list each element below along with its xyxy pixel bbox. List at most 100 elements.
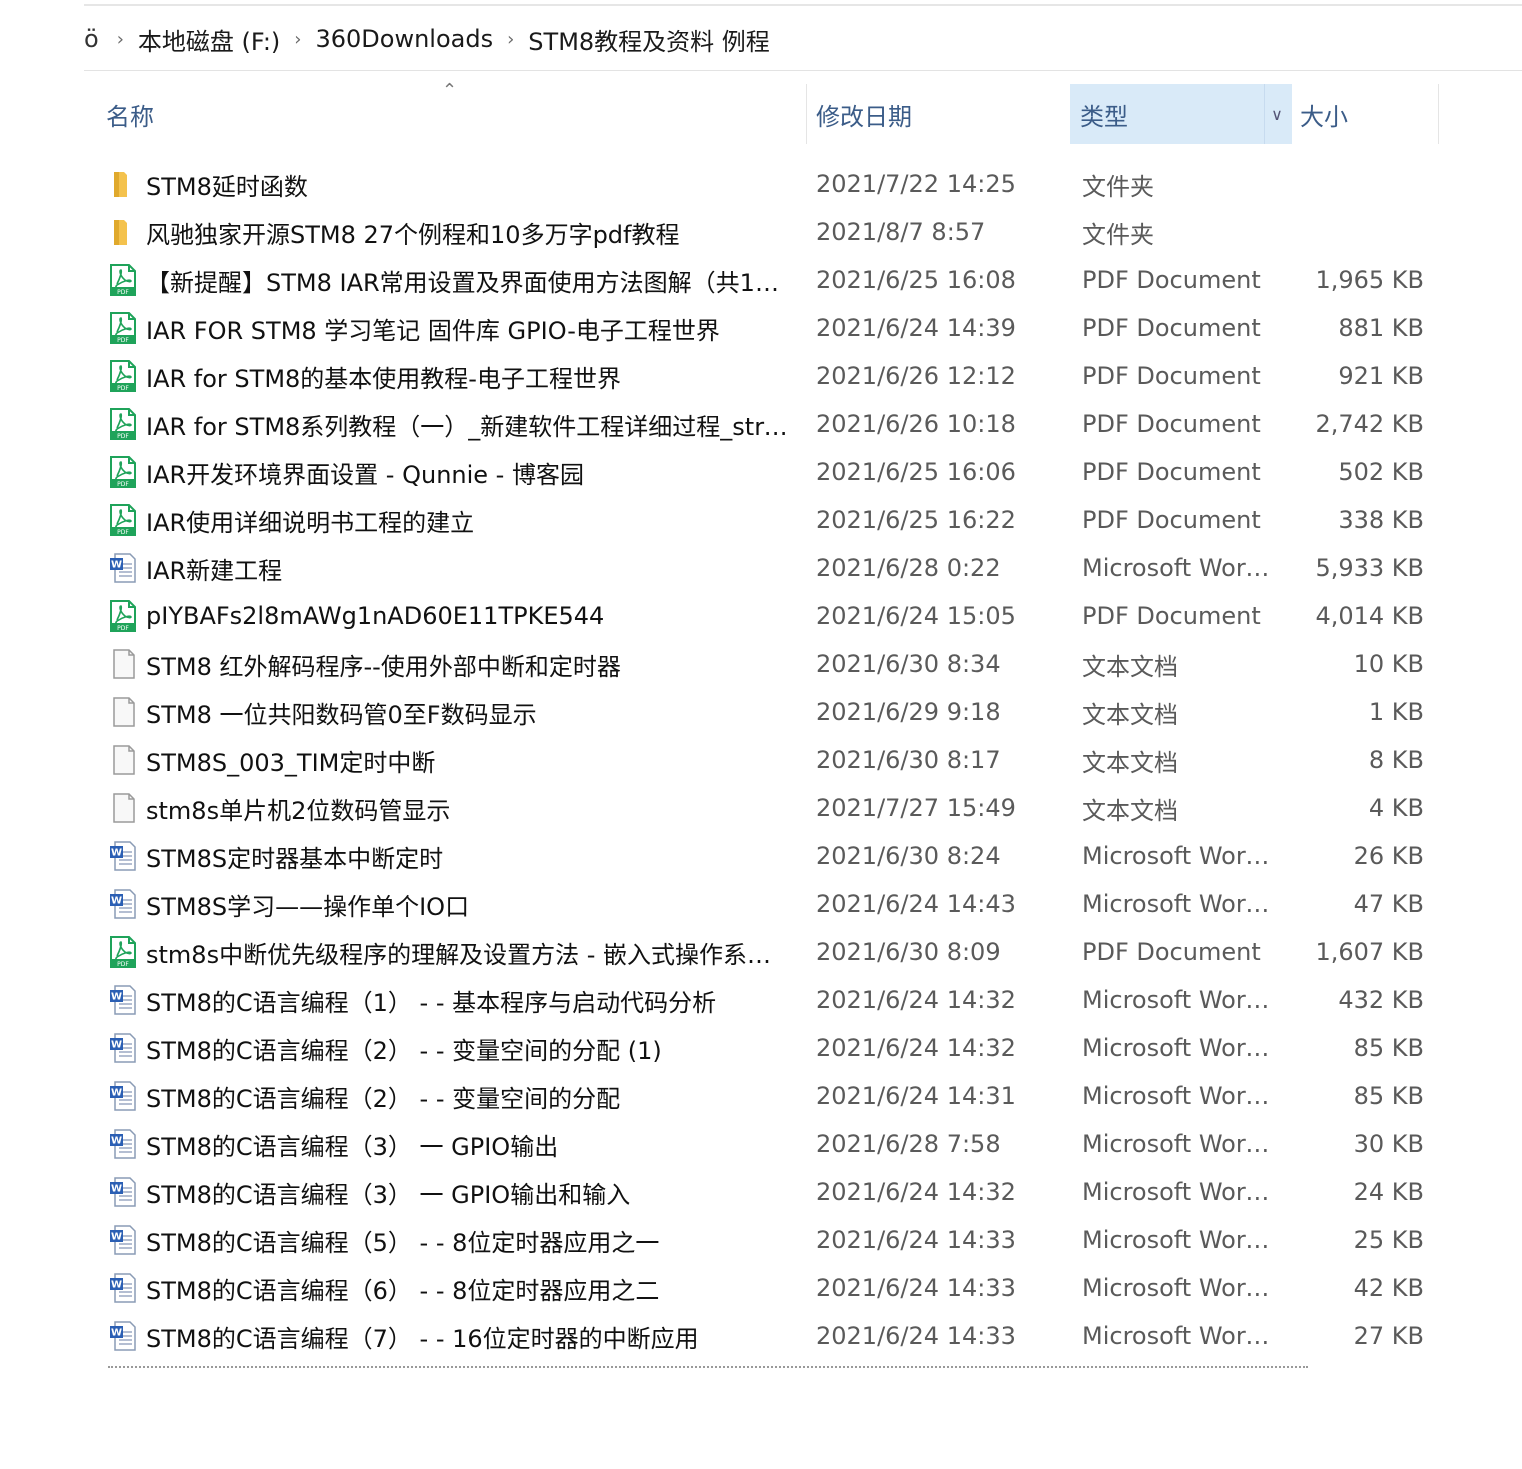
file-row[interactable]: W STM8的C语言编程（3） 一 GPIO输出和输入 2021/6/24 14… [84,1168,1444,1216]
pdf-icon: PDF [108,456,138,488]
file-size: 85 KB [1353,1034,1424,1062]
file-name: STM8S定时器基本中断定时 [146,844,444,873]
file-row[interactable]: W STM8的C语言编程（3） 一 GPIO输出 2021/6/28 7:58 … [84,1120,1444,1168]
file-date: 2021/6/29 9:18 [816,698,1001,726]
file-date: 2021/6/25 16:08 [816,266,1016,294]
file-row[interactable]: stm8s单片机2位数码管显示 2021/7/27 15:49 文本文档 4 K… [84,784,1444,832]
file-size: 24 KB [1353,1178,1424,1206]
file-size: 338 KB [1338,506,1424,534]
file-name: IAR FOR STM8 学习笔记 固件库 GPIO-电子工程世界 [146,316,720,345]
file-type: 文件夹 [1082,220,1154,249]
file-size: 1,965 KB [1315,266,1424,294]
file-row[interactable]: W STM8的C语言编程（2） - - 变量空间的分配 2021/6/24 14… [84,1072,1444,1120]
column-header-type[interactable]: 类型 [1080,84,1128,144]
file-size: 1,607 KB [1315,938,1424,966]
column-divider[interactable] [1438,84,1439,144]
file-row[interactable]: STM8 一位共阳数码管0至F数码显示 2021/6/29 9:18 文本文档 … [84,688,1444,736]
breadcrumb-item-current[interactable]: STM8教程及资料 例程 [528,22,770,57]
file-date: 2021/6/24 14:39 [816,314,1016,342]
file-row[interactable]: PDF IAR for STM8的基本使用教程-电子工程世界 2021/6/26… [84,352,1444,400]
breadcrumb-item-drive[interactable]: 本地磁盘 (F:) [138,22,280,57]
breadcrumb-item-downloads[interactable]: 360Downloads [315,25,493,53]
file-row[interactable]: PDF pIYBAFs2l8mAWg1nAD60E11TPKE544 2021/… [84,592,1444,640]
file-name: IAR for STM8系列教程（一）_新建软件工程详细过程_stronge..… [146,412,794,441]
file-row[interactable]: STM8延时函数 2021/7/22 14:25 文件夹 [84,160,1444,208]
file-row[interactable]: W STM8的C语言编程（1） - - 基本程序与启动代码分析 2021/6/2… [84,976,1444,1024]
svg-text:W: W [111,992,122,1003]
file-type: PDF Document [1082,266,1261,294]
file-row[interactable]: W STM8S定时器基本中断定时 2021/6/30 8:24 Microsof… [84,832,1444,880]
file-row[interactable]: PDF stm8s中断优先级程序的理解及设置方法 - 嵌入式操作系统 - 电..… [84,928,1444,976]
file-type: Microsoft Word ... [1082,1322,1282,1350]
column-headers: 名称 ⌃ 修改日期 类型 ∨ 大小 [84,80,1444,144]
file-name: IAR开发环境界面设置 - Qunnie - 博客园 [146,460,584,489]
file-type: Microsoft Word ... [1082,1034,1282,1062]
file-date: 2021/6/25 16:06 [816,458,1016,486]
file-date: 2021/6/28 7:58 [816,1130,1001,1158]
word-icon: W [108,1128,138,1160]
file-type: PDF Document [1082,506,1261,534]
pdf-icon: PDF [108,504,138,536]
file-type: Microsoft Word ... [1082,890,1282,918]
file-row[interactable]: PDF 【新提醒】STM8 IAR常用设置及界面使用方法图解（共12页）... … [84,256,1444,304]
word-icon: W [108,1272,138,1304]
breadcrumb-partial[interactable]: ö [84,25,99,53]
chevron-right-icon[interactable]: › [507,29,514,50]
column-divider[interactable] [806,84,807,144]
file-row[interactable]: STM8 红外解码程序--使用外部中断和定时器 2021/6/30 8:34 文… [84,640,1444,688]
column-header-name[interactable]: 名称 [106,84,154,144]
file-size: 10 KB [1353,650,1424,678]
file-date: 2021/6/24 15:05 [816,602,1016,630]
chevron-down-icon[interactable]: ∨ [1264,84,1289,144]
file-type: Microsoft Word ... [1082,1082,1282,1110]
column-header-date[interactable]: 修改日期 [816,84,912,144]
file-type: PDF Document [1082,602,1261,630]
file-row[interactable]: W STM8的C语言编程（7） - - 16位定时器的中断应用 2021/6/2… [84,1312,1444,1360]
pdf-icon: PDF [108,936,138,968]
file-row[interactable]: W IAR新建工程 2021/6/28 0:22 Microsoft Word … [84,544,1444,592]
file-name: STM8的C语言编程（5） - - 8位定时器应用之一 [146,1228,660,1257]
file-size: 4,014 KB [1315,602,1424,630]
file-size: 27 KB [1353,1322,1424,1350]
breadcrumb[interactable]: ö › 本地磁盘 (F:) › 360Downloads › STM8教程及资料… [84,8,1522,70]
svg-text:W: W [111,1328,122,1339]
file-type: Microsoft Word ... [1082,842,1282,870]
partially-visible-row [84,1366,1444,1374]
file-row[interactable]: PDF IAR开发环境界面设置 - Qunnie - 博客园 2021/6/25… [84,448,1444,496]
text-icon [108,648,138,680]
file-name: STM8的C语言编程（1） - - 基本程序与启动代码分析 [146,988,717,1017]
file-row[interactable]: W STM8S学习——操作单个IO口 2021/6/24 14:43 Micro… [84,880,1444,928]
text-icon [108,792,138,824]
file-row[interactable]: PDF IAR for STM8系列教程（一）_新建软件工程详细过程_stron… [84,400,1444,448]
svg-text:PDF: PDF [117,529,129,536]
pdf-icon: PDF [108,600,138,632]
file-date: 2021/6/24 14:32 [816,1034,1016,1062]
chevron-right-icon[interactable]: › [294,29,301,50]
file-name: 风驰独家开源STM8 27个例程和10多万字pdf教程 [146,220,680,249]
svg-text:W: W [111,1280,122,1291]
file-row[interactable]: 风驰独家开源STM8 27个例程和10多万字pdf教程 2021/8/7 8:5… [84,208,1444,256]
file-date: 2021/7/22 14:25 [816,170,1016,198]
file-row[interactable]: PDF IAR FOR STM8 学习笔记 固件库 GPIO-电子工程世界 20… [84,304,1444,352]
file-row[interactable]: W STM8的C语言编程（2） - - 变量空间的分配 (1) 2021/6/2… [84,1024,1444,1072]
file-row[interactable]: STM8S_003_TIM定时中断 2021/6/30 8:17 文本文档 8 … [84,736,1444,784]
text-icon [108,696,138,728]
svg-text:W: W [111,896,122,907]
folder-icon [108,216,138,248]
column-header-size[interactable]: 大小 [1300,84,1348,144]
file-name: STM8S_003_TIM定时中断 [146,748,436,777]
file-type: 文本文档 [1082,748,1178,777]
chevron-right-icon[interactable]: › [117,29,124,50]
file-type: Microsoft Word ... [1082,986,1282,1014]
text-icon [108,744,138,776]
file-type: Microsoft Word ... [1082,554,1282,582]
file-row[interactable]: W STM8的C语言编程（6） - - 8位定时器应用之二 2021/6/24 … [84,1264,1444,1312]
file-row[interactable]: W STM8的C语言编程（5） - - 8位定时器应用之一 2021/6/24 … [84,1216,1444,1264]
svg-text:W: W [111,1184,122,1195]
file-row[interactable]: PDF IAR使用详细说明书工程的建立 2021/6/25 16:22 PDF … [84,496,1444,544]
file-type: Microsoft Word ... [1082,1274,1282,1302]
file-date: 2021/6/24 14:33 [816,1322,1016,1350]
file-type: Microsoft Word ... [1082,1130,1282,1158]
file-size: 25 KB [1353,1226,1424,1254]
svg-text:PDF: PDF [117,289,129,296]
